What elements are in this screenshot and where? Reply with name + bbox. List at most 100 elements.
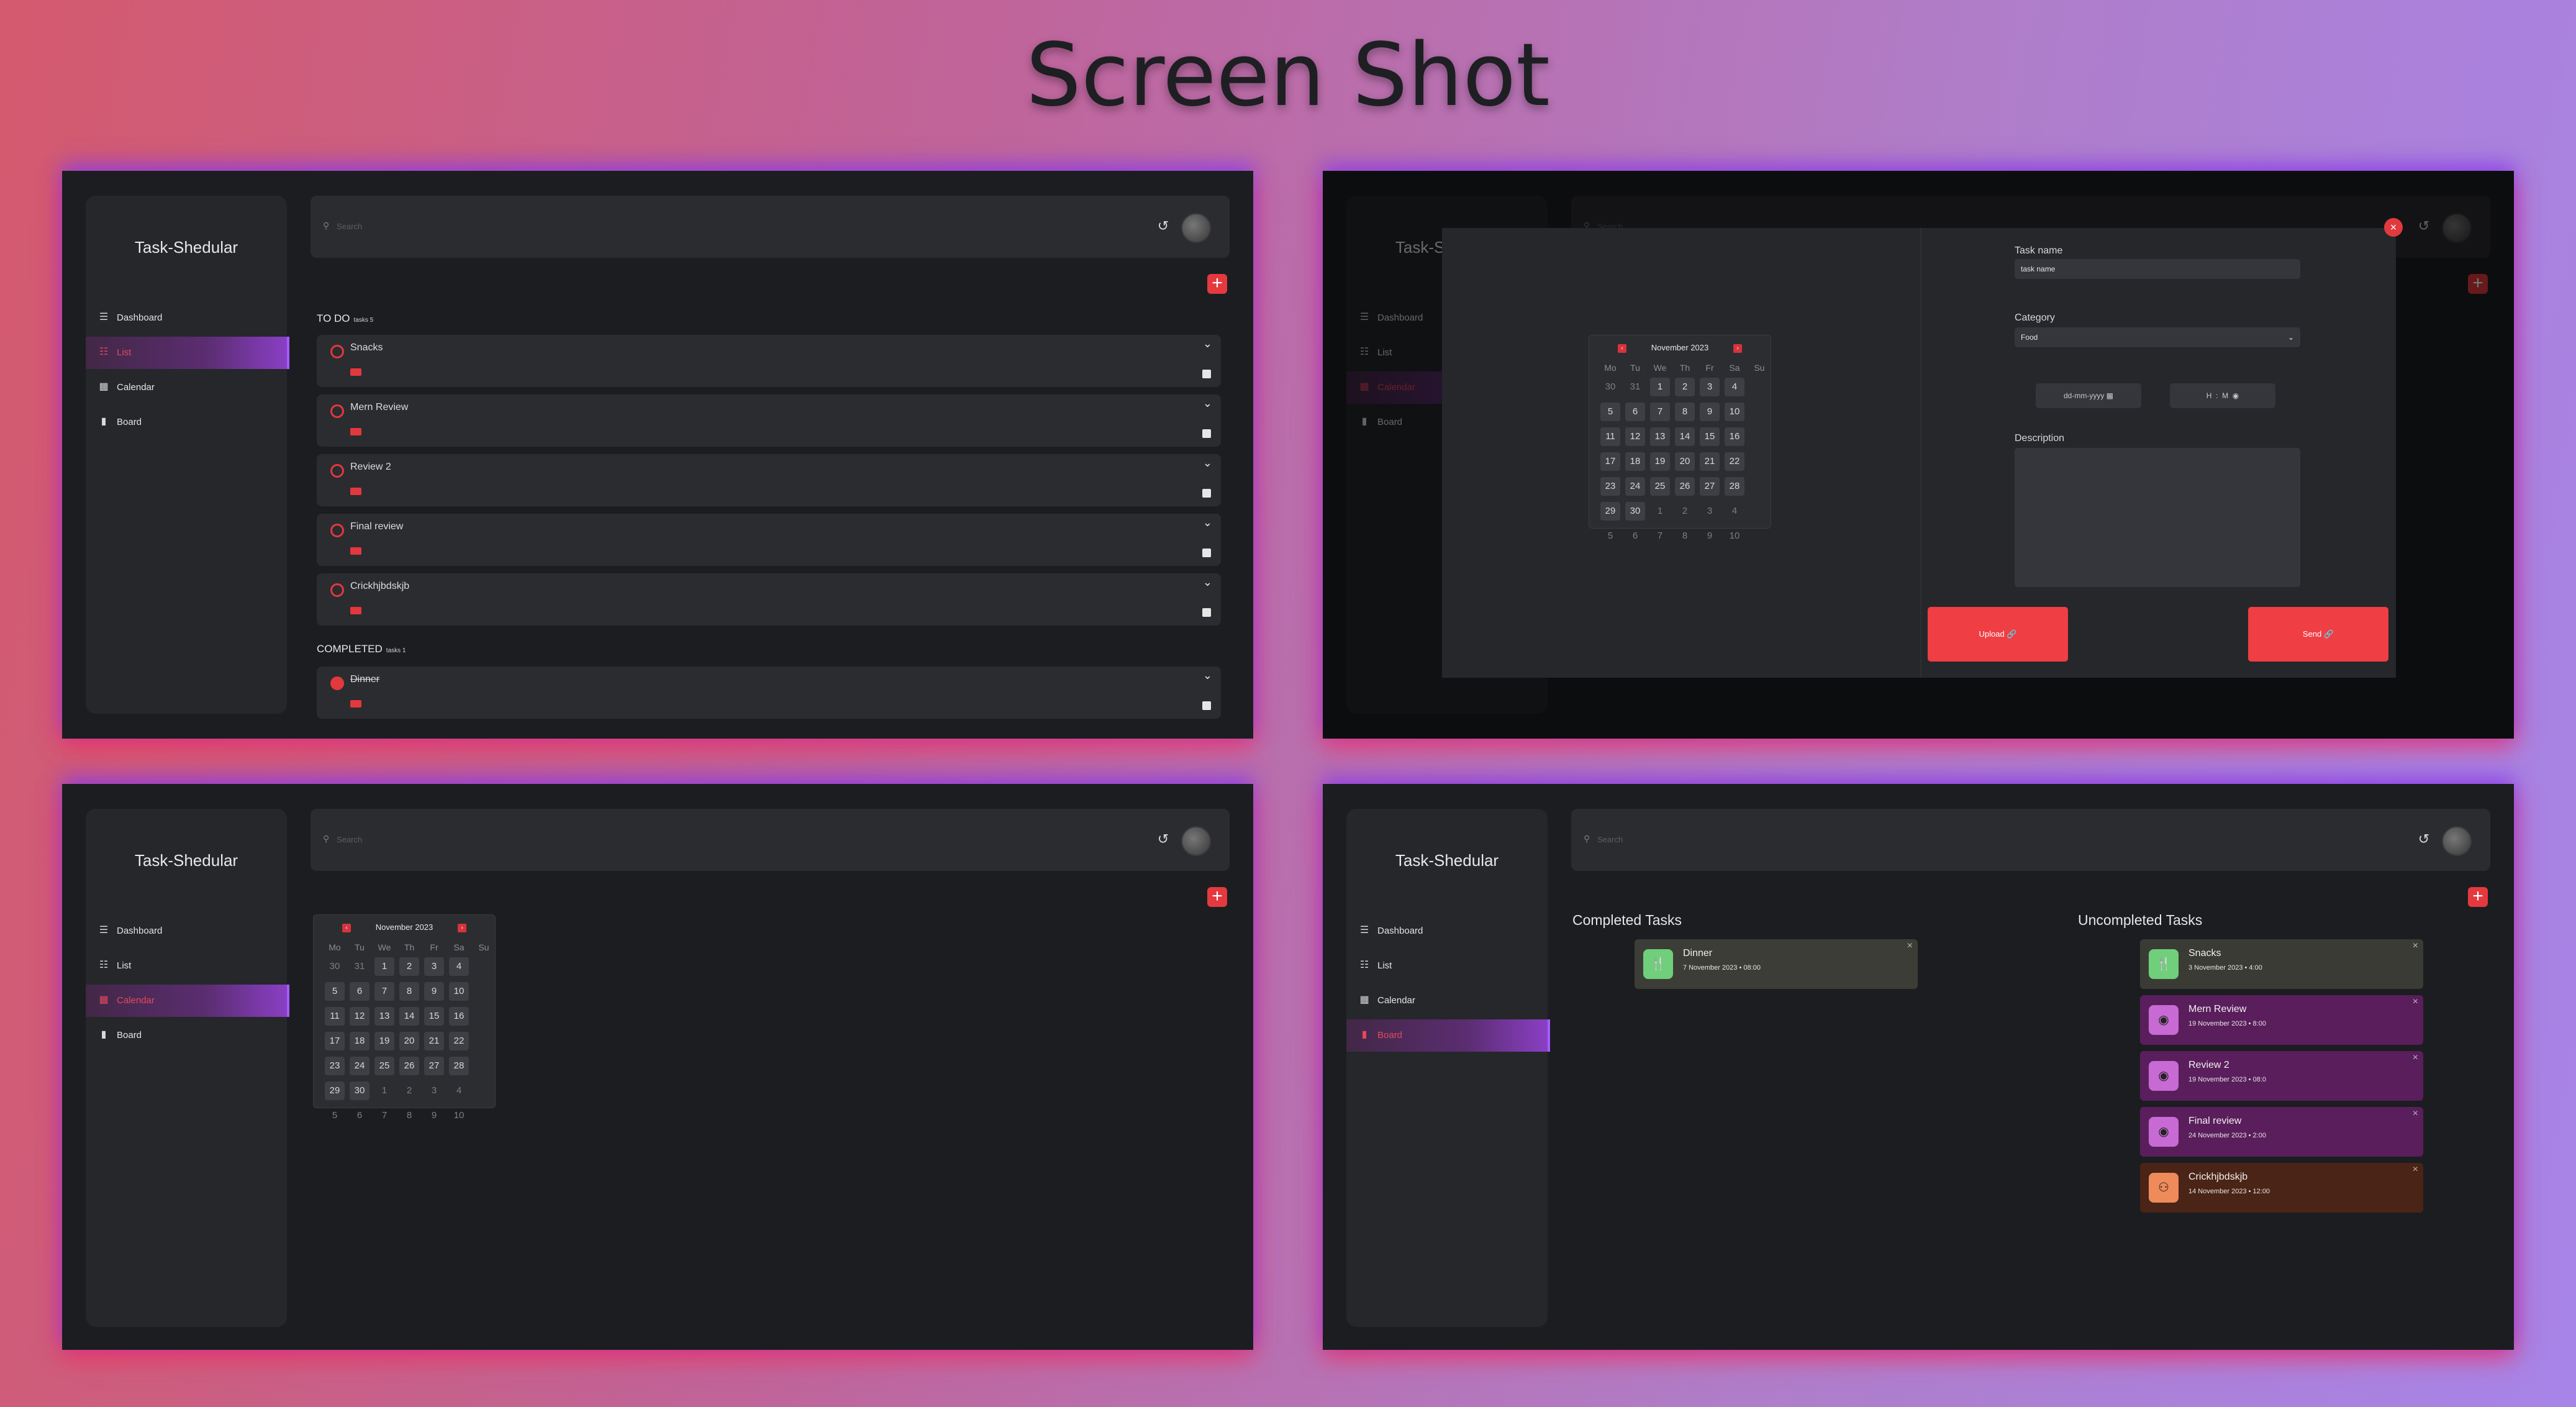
calendar-day[interactable]: 31 [350, 957, 370, 976]
category-select[interactable]: Food ⌄ [2015, 327, 2300, 347]
calendar-day[interactable]: 13 [374, 1007, 394, 1026]
history-icon[interactable]: ↺ [1155, 218, 1171, 234]
calendar-day[interactable]: 2 [399, 1081, 419, 1100]
sidebar-item-board[interactable]: ▮Board [86, 1019, 287, 1052]
calendar-day[interactable]: 19 [374, 1032, 394, 1050]
calendar-day[interactable]: 22 [449, 1032, 469, 1050]
board-task-card[interactable]: ◉ Final review 24 November 2023 • 2:00 × [2140, 1107, 2423, 1157]
calendar-day[interactable]: 21 [1700, 452, 1720, 471]
calendar-day[interactable]: 10 [449, 982, 469, 1001]
calendar-day[interactable]: 14 [399, 1007, 419, 1026]
chevron-down-icon[interactable]: ⌄ [1203, 337, 1212, 350]
avatar[interactable] [1181, 826, 1211, 856]
calendar-day[interactable]: 7 [374, 1106, 394, 1125]
search-input[interactable]: Search [337, 222, 362, 231]
sidebar-item-list[interactable]: ☷List [1346, 950, 1548, 982]
calendar-day[interactable]: 29 [1600, 502, 1620, 521]
calendar-day[interactable]: 8 [1675, 527, 1695, 545]
calendar-day[interactable]: 1 [374, 1081, 394, 1100]
checkbox[interactable] [330, 524, 344, 537]
calendar-day[interactable]: 16 [449, 1007, 469, 1026]
calendar-day[interactable]: 25 [1650, 477, 1670, 496]
calendar-day[interactable]: 9 [1700, 527, 1720, 545]
close-icon[interactable]: × [2413, 1108, 2418, 1119]
sidebar-item-list[interactable]: ☷List [86, 950, 287, 982]
calendar-day[interactable]: 5 [1600, 403, 1620, 421]
avatar[interactable] [1181, 213, 1211, 243]
checkbox[interactable] [330, 464, 344, 478]
time-input[interactable]: H : M ◉ [2170, 383, 2275, 408]
sidebar-item-calendar[interactable]: ▦Calendar [1346, 985, 1548, 1017]
calendar-day[interactable]: 3 [1700, 502, 1720, 521]
close-icon[interactable]: × [1907, 940, 1913, 952]
calendar-day[interactable]: 29 [325, 1081, 345, 1100]
close-icon[interactable]: × [2384, 218, 2403, 237]
calendar-day[interactable]: 3 [424, 957, 444, 976]
close-icon[interactable]: × [2413, 1164, 2418, 1175]
calendar-day[interactable]: 2 [399, 957, 419, 976]
board-task-card[interactable]: ◉ Mern Review 19 November 2023 • 8:00 × [2140, 995, 2423, 1045]
calendar-day[interactable]: 9 [424, 982, 444, 1001]
calendar-day[interactable]: 6 [350, 982, 370, 1001]
checkbox[interactable] [330, 583, 344, 597]
calendar-day[interactable]: 3 [424, 1081, 444, 1100]
board-task-card[interactable]: ◉ Review 2 19 November 2023 • 08:0 × [2140, 1051, 2423, 1101]
calendar-day[interactable]: 30 [350, 1081, 370, 1100]
sidebar-item-dashboard[interactable]: ☰Dashboard [1346, 915, 1548, 947]
calendar-day[interactable]: 10 [449, 1106, 469, 1125]
sidebar-item-calendar[interactable]: ▦Calendar [86, 985, 289, 1017]
checkbox[interactable] [330, 404, 344, 418]
calendar-day[interactable]: 27 [424, 1057, 444, 1075]
calendar-day[interactable]: 7 [1650, 527, 1670, 545]
board-task-card[interactable]: ⚇ Crickhjbdskjb 14 November 2023 • 12:00 × [2140, 1163, 2423, 1213]
close-icon[interactable]: × [2413, 940, 2418, 952]
calendar-day[interactable]: 16 [1725, 427, 1744, 446]
calendar-day[interactable]: 14 [1675, 427, 1695, 446]
send-button[interactable]: Send 🔗 [2248, 607, 2388, 662]
calendar-day[interactable]: 11 [325, 1007, 345, 1026]
chevron-down-icon[interactable]: ⌄ [1203, 457, 1212, 470]
chevron-down-icon[interactable]: ⌄ [1203, 576, 1212, 589]
sidebar-item-list[interactable]: ☷List [86, 337, 289, 369]
calendar-day[interactable]: 20 [1675, 452, 1695, 471]
calendar-day[interactable]: 23 [1600, 477, 1620, 496]
calendar-day[interactable]: 6 [1625, 527, 1645, 545]
search-input[interactable]: Search [1597, 835, 1623, 844]
history-icon[interactable]: ↺ [2416, 831, 2432, 847]
calendar-day[interactable]: 5 [1600, 527, 1620, 545]
calendar-day[interactable]: 7 [374, 982, 394, 1001]
calendar-day[interactable]: 26 [1675, 477, 1695, 496]
sidebar-item-dashboard[interactable]: ☰Dashboard [86, 915, 287, 947]
avatar[interactable] [2442, 826, 2472, 856]
calendar-day[interactable]: 20 [399, 1032, 419, 1050]
previous-month-button[interactable]: ‹ [1618, 344, 1626, 353]
add-task-button[interactable]: + [1207, 887, 1227, 907]
calendar-day[interactable]: 12 [350, 1007, 370, 1026]
next-month-button[interactable]: › [1733, 344, 1742, 353]
calendar-day[interactable]: 30 [1625, 502, 1645, 521]
calendar-day[interactable]: 5 [325, 1106, 345, 1125]
calendar-day[interactable]: 8 [399, 982, 419, 1001]
task-card[interactable]: Review 2 ⌄ [317, 454, 1221, 506]
calendar-day[interactable]: 22 [1725, 452, 1744, 471]
task-card[interactable]: Snacks ⌄ [317, 335, 1221, 387]
chevron-down-icon[interactable]: ⌄ [1203, 669, 1212, 682]
task-card[interactable]: Mern Review ⌄ [317, 394, 1221, 447]
task-card[interactable]: Dinner ⌄ [317, 667, 1221, 719]
calendar-day[interactable]: 1 [1650, 378, 1670, 396]
calendar-day[interactable]: 18 [350, 1032, 370, 1050]
calendar-day[interactable]: 1 [1650, 502, 1670, 521]
calendar-day[interactable]: 7 [1650, 403, 1670, 421]
calendar-day[interactable]: 6 [1625, 403, 1645, 421]
calendar-day[interactable]: 28 [449, 1057, 469, 1075]
description-textarea[interactable] [2015, 448, 2300, 587]
calendar-day[interactable]: 8 [1675, 403, 1695, 421]
calendar-day[interactable]: 4 [1725, 502, 1744, 521]
calendar-day[interactable]: 10 [1725, 527, 1744, 545]
checkbox[interactable] [330, 345, 344, 358]
sidebar-item-board[interactable]: ▮Board [86, 406, 287, 439]
calendar-day[interactable]: 24 [1625, 477, 1645, 496]
calendar-day[interactable]: 8 [399, 1106, 419, 1125]
calendar-day[interactable]: 17 [1600, 452, 1620, 471]
calendar-day[interactable]: 28 [1725, 477, 1744, 496]
